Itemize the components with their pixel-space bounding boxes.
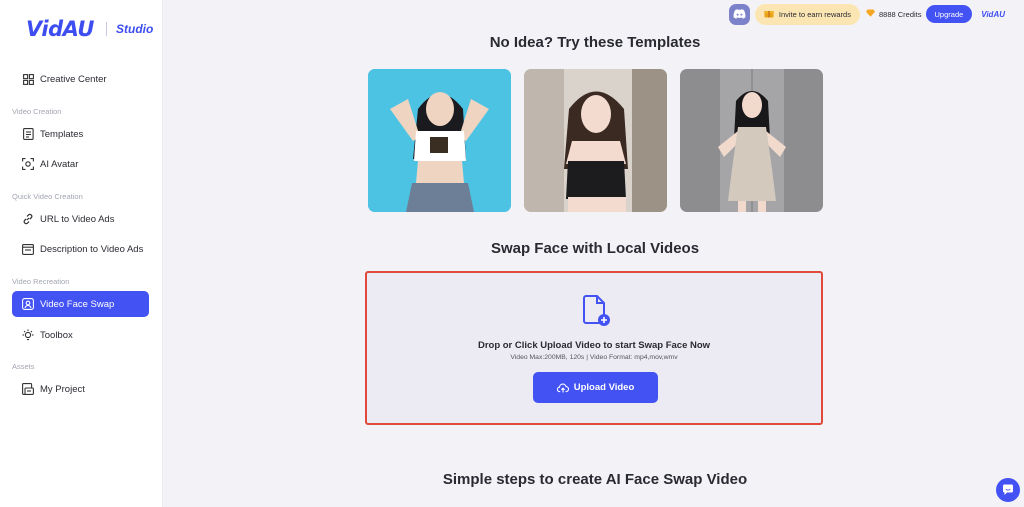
sidebar-item-templates[interactable]: Templates — [12, 121, 149, 147]
credits-label: 8888 Credits — [878, 9, 922, 19]
dropzone-constraints: Video Max:200MB, 120s | Video Format: mp… — [510, 354, 678, 361]
description-icon — [22, 243, 34, 255]
template-doc-icon — [22, 128, 34, 140]
sidebar-item-url-to-video[interactable]: URL to Video Ads — [12, 206, 149, 232]
logo-text: VidAU — [26, 17, 94, 41]
sidebar-item-my-project[interactable]: My Project — [12, 376, 149, 402]
sidebar-item-creative-center[interactable]: Creative Center — [12, 66, 149, 92]
section-label-assets: Assets — [12, 362, 35, 371]
templates-title: No Idea? Try these Templates — [489, 34, 701, 51]
avatar-scan-icon — [22, 158, 34, 170]
chat-icon — [1003, 484, 1013, 495]
local-videos-title: Swap Face with Local Videos — [490, 240, 700, 257]
mini-logo: VidAU — [981, 9, 1005, 19]
gift-icon — [763, 9, 774, 20]
chat-support-button[interactable] — [996, 478, 1020, 502]
section-label-video-recreation: Video Recreation — [12, 277, 70, 286]
brand-logo[interactable]: VidAU Studio — [26, 17, 153, 41]
discord-icon — [733, 9, 746, 19]
logo-product: Studio — [115, 22, 154, 36]
invite-label: Invite to earn rewards — [778, 9, 851, 19]
discord-button[interactable] — [728, 3, 750, 25]
sidebar-item-label: Toolbox — [40, 329, 73, 341]
link-icon — [22, 213, 34, 225]
upload-dropzone[interactable]: Drop or Click Upload Video to start Swap… — [365, 271, 823, 425]
file-upload-icon — [581, 295, 611, 332]
steps-title: Simple steps to create AI Face Swap Vide… — [442, 471, 748, 488]
sidebar-item-description-to-video[interactable]: Description to Video Ads — [12, 236, 149, 262]
sidebar-item-label: URL to Video Ads — [40, 213, 115, 225]
cloud-upload-icon — [556, 383, 569, 393]
sidebar: VidAU Studio Creative Center Video Creat… — [0, 0, 163, 507]
sidebar-item-ai-avatar[interactable]: AI Avatar — [12, 151, 149, 177]
project-icon — [22, 383, 34, 395]
sidebar-item-toolbox[interactable]: Toolbox — [12, 322, 149, 348]
lightbulb-icon — [22, 329, 34, 341]
section-label-video-creation: Video Creation — [12, 107, 62, 116]
top-bar: Invite to earn rewards 8888 Credits Upgr… — [728, 3, 1024, 25]
grid-icon — [22, 73, 34, 85]
upgrade-button[interactable]: Upgrade — [925, 5, 973, 23]
template-thumbnail[interactable] — [524, 69, 667, 212]
credits-display: 8888 Credits — [865, 9, 922, 19]
logo-divider — [105, 22, 107, 36]
diamond-icon — [865, 9, 875, 19]
sidebar-item-video-face-swap[interactable]: Video Face Swap — [12, 291, 149, 317]
sidebar-item-label: Description to Video Ads — [40, 243, 144, 255]
sidebar-item-label: My Project — [40, 383, 85, 395]
template-thumbnail[interactable] — [368, 69, 511, 212]
sidebar-item-label: Video Face Swap — [40, 298, 115, 310]
sidebar-item-label: Creative Center — [40, 73, 107, 85]
upload-video-label: Upload Video — [573, 382, 635, 393]
template-thumbnail[interactable] — [680, 69, 823, 212]
section-label-quick-video: Quick Video Creation — [12, 192, 83, 201]
sidebar-item-label: Templates — [40, 128, 84, 140]
face-swap-icon — [22, 298, 34, 310]
upload-video-button[interactable]: Upload Video — [533, 372, 658, 403]
dropzone-title: Drop or Click Upload Video to start Swap… — [477, 340, 711, 351]
sidebar-item-label: AI Avatar — [40, 158, 79, 170]
invite-rewards-button[interactable]: Invite to earn rewards — [754, 3, 860, 25]
